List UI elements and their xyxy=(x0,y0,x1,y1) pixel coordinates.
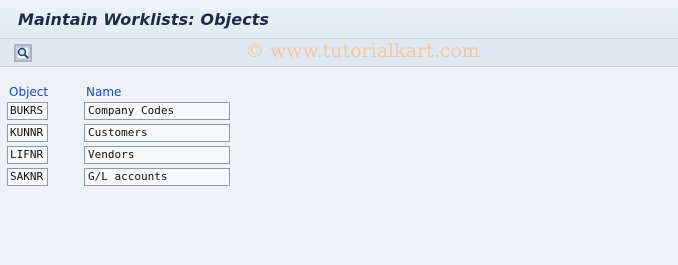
object-cell[interactable]: BUKRS xyxy=(7,102,48,120)
display-button[interactable] xyxy=(14,44,32,62)
content-area: Object Name BUKRS Company Codes KUNNR Cu… xyxy=(0,67,678,265)
page-title: Maintain Worklists: Objects xyxy=(18,10,270,29)
name-cell[interactable]: Company Codes xyxy=(84,102,230,120)
object-cell[interactable]: LIFNR xyxy=(7,146,48,164)
name-cell[interactable]: Vendors xyxy=(84,146,230,164)
name-cell[interactable]: Customers xyxy=(84,124,230,142)
watermark: © www.tutorialkart.com xyxy=(245,40,480,62)
column-header-object[interactable]: Object xyxy=(9,85,48,99)
column-header-name[interactable]: Name xyxy=(86,85,121,99)
title-bar: Maintain Worklists: Objects xyxy=(0,0,678,39)
name-cell[interactable]: G/L accounts xyxy=(84,168,230,186)
object-cell[interactable]: KUNNR xyxy=(7,124,48,142)
magnifier-display-icon xyxy=(14,44,32,62)
object-cell[interactable]: SAKNR xyxy=(7,168,48,186)
